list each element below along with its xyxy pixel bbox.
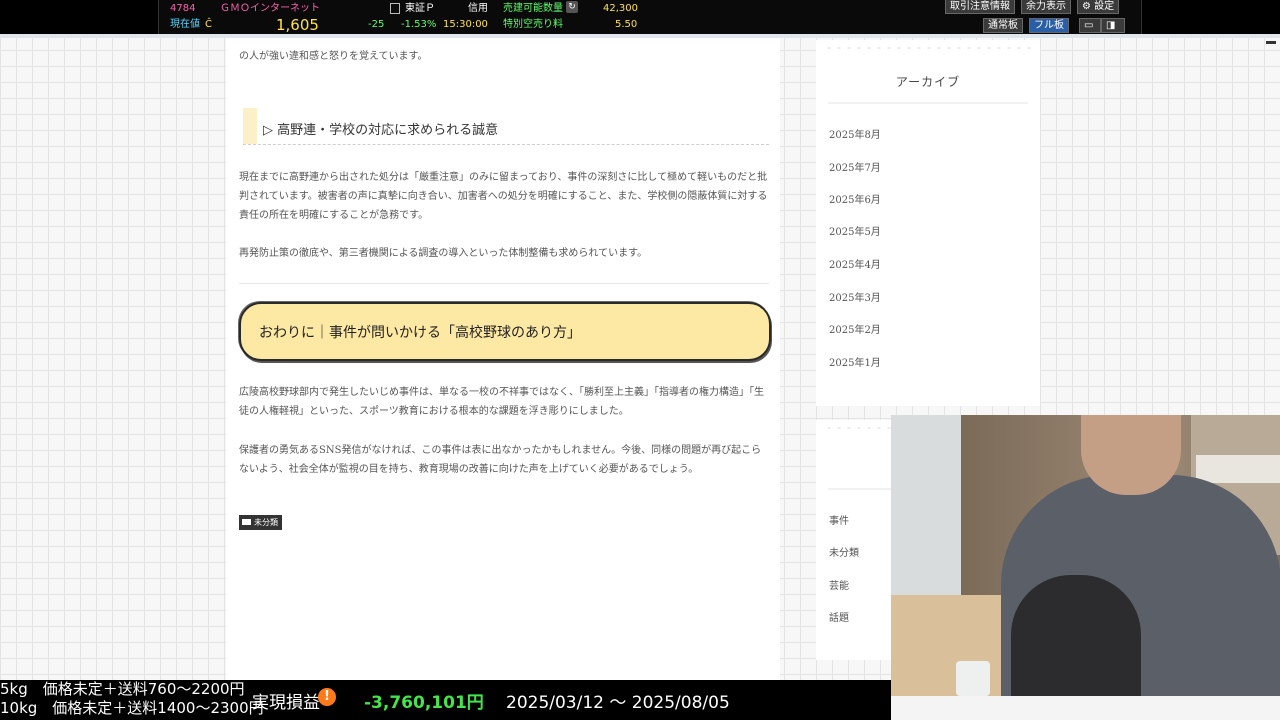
archive-link-2025-07[interactable]: 2025年7月 <box>829 159 881 174</box>
webcam-cup <box>956 661 990 696</box>
collapse-icon[interactable] <box>1266 41 1276 44</box>
heading-accent <box>243 108 257 144</box>
webcam-person-head <box>1081 415 1181 495</box>
divider <box>239 283 769 284</box>
section-heading: ▷ 高野連・学校の対応に求められる誠意 <box>243 108 769 145</box>
price-arrow-icon: Ĉ <box>205 19 212 30</box>
price-change: -25 <box>368 19 385 30</box>
stock-ticker-bar: 4784 ＧＭＯインターネット 東証Ｐ 信用 売建可能数量 ↻ 42,300 現… <box>0 0 1280 34</box>
ticker-code: 4784 <box>170 3 196 14</box>
article-intro-text: の人が強い違和感と怒りを覚えています。 <box>239 51 428 62</box>
category-link-entertainment[interactable]: 芸能 <box>829 577 849 592</box>
article-paragraph-3: 広陵高校野球部内で発生したいじめ事件は、単なる一校の不祥事ではなく、「勝利至上主… <box>239 387 764 417</box>
archive-link-2025-08[interactable]: 2025年8月 <box>829 126 881 141</box>
margin-display-button[interactable]: 余力表示 <box>1021 0 1071 14</box>
folder-icon <box>242 518 251 525</box>
normal-board-button[interactable]: 通常板 <box>983 18 1023 33</box>
article-content: の人が強い違和感と怒りを覚えています。 ▷ 高野連・学校の対応に求められる誠意 … <box>226 38 780 680</box>
ticker-margin: 信用 <box>468 3 488 14</box>
article-paragraph-4: 保護者の勇気あるSNS発信がなければ、この事件は表に出なかったかもしれません。今… <box>239 445 762 475</box>
price-change-pct: -1.53% <box>401 19 437 30</box>
warning-icon: ! <box>318 688 336 706</box>
ticker-market: 東証Ｐ <box>405 3 435 14</box>
document-icon[interactable] <box>390 3 400 14</box>
layout-split-icon[interactable]: ◨ <box>1101 18 1125 33</box>
article-paragraph-2: 再発防止策の徹底や、第三者機関による調査の導入といった体制整備も求められています… <box>239 248 648 259</box>
webcam-window <box>891 415 961 605</box>
pnl-date-range: 2025/03/12 ～ 2025/08/05 <box>506 693 730 713</box>
price-label: 現在値 <box>170 19 200 30</box>
realized-pnl-value: -3,760,101円 <box>364 693 484 713</box>
special-fee-label: 特別空売り料 <box>503 19 563 30</box>
archive-link-2025-06[interactable]: 2025年6月 <box>829 191 881 206</box>
special-fee-value: 5.50 <box>615 19 638 30</box>
widget-title-rule <box>828 102 1028 104</box>
widget-top-dots <box>824 46 1032 50</box>
gear-icon: ⚙ <box>1082 1 1095 12</box>
archive-link-2025-04[interactable]: 2025年4月 <box>829 256 881 271</box>
archive-title: アーカイブ <box>895 75 961 89</box>
refresh-icon[interactable]: ↻ <box>566 1 578 13</box>
current-price: 1,605 <box>276 16 319 34</box>
quote-time: 15:30:00 <box>443 19 488 30</box>
category-tag-label: 未分類 <box>254 518 278 527</box>
overlay-price-line-1: 5kg 価格未定＋送料760～2200円 <box>0 680 245 698</box>
category-widget: 事件 未分類 芸能 話題 <box>816 420 896 660</box>
category-link-incident[interactable]: 事件 <box>829 512 849 527</box>
widget-top-dots <box>824 426 894 430</box>
widget-title-rule <box>828 488 896 490</box>
archive-link-2025-01[interactable]: 2025年1月 <box>829 354 881 369</box>
full-board-button[interactable]: フル板 <box>1029 18 1069 33</box>
section-heading-text: ▷ 高野連・学校の対応に求められる誠意 <box>263 123 499 138</box>
category-tag[interactable]: 未分類 <box>239 515 282 530</box>
article-paragraph-1: 現在までに高野連から出された処分は「厳重注意」のみに留まっており、事件の深刻さに… <box>239 172 768 221</box>
archive-link-2025-03[interactable]: 2025年3月 <box>829 289 881 304</box>
conclusion-heading-text: おわりに｜事件が問いかける「高校野球のあり方」 <box>259 325 581 341</box>
realized-pnl-label: 実現損益 <box>252 693 320 713</box>
archive-link-2025-02[interactable]: 2025年2月 <box>829 321 881 336</box>
conclusion-heading: おわりに｜事件が問いかける「高校野球のあり方」 <box>239 302 771 361</box>
webcam-person-legs <box>1011 575 1141 696</box>
sellable-value: 42,300 <box>603 3 638 14</box>
layout-single-icon[interactable]: ▭ <box>1079 18 1101 33</box>
webcam-air-conditioner <box>1196 455 1280 483</box>
trade-notice-button[interactable]: 取引注意情報 <box>945 0 1015 14</box>
sellable-label: 売建可能数量 <box>503 3 563 14</box>
settings-label: 設定 <box>1094 1 1115 12</box>
archive-link-2025-05[interactable]: 2025年5月 <box>829 223 881 238</box>
webcam-feed <box>891 415 1280 696</box>
archive-widget: アーカイブ 2025年8月 2025年7月 2025年6月 2025年5月 20… <box>816 40 1040 406</box>
settings-button[interactable]: ⚙ 設定 <box>1077 0 1120 14</box>
category-link-uncategorized[interactable]: 未分類 <box>829 544 859 559</box>
overlay-price-line-2: 10kg 価格未定＋送料1400～2300円 <box>0 699 264 717</box>
ticker-company-name[interactable]: ＧＭＯインターネット <box>220 2 320 16</box>
category-link-topics[interactable]: 話題 <box>829 609 849 624</box>
